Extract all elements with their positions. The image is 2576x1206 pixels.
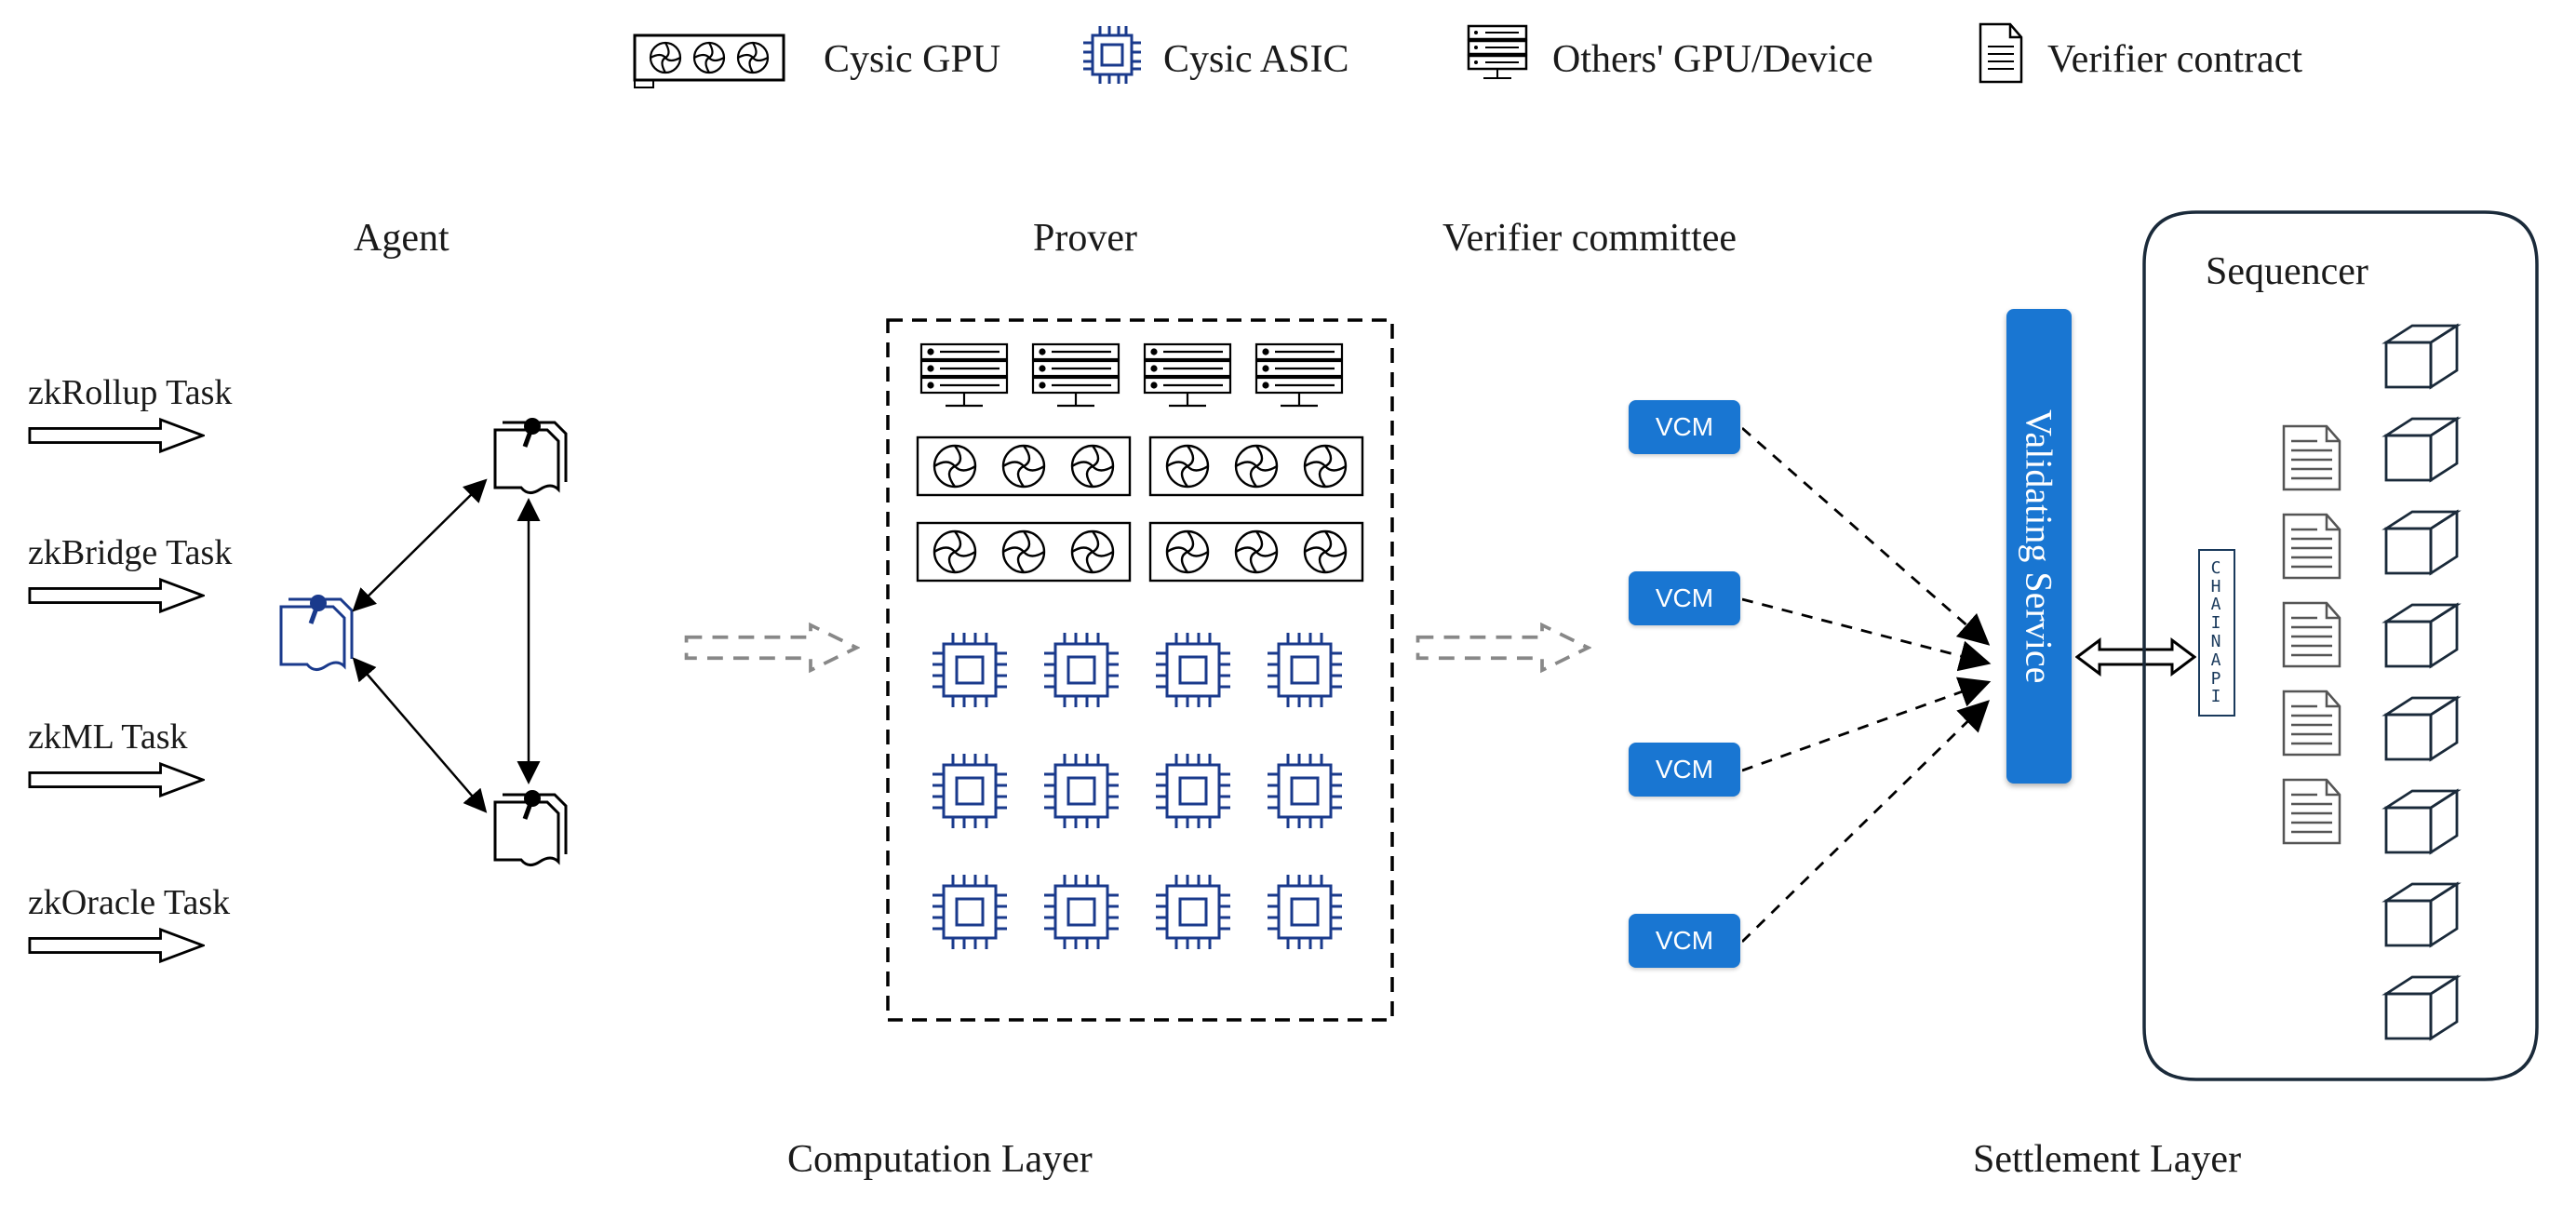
- task-label: zkRollup Task: [28, 372, 232, 413]
- prover-header: Prover: [1033, 216, 1137, 261]
- validating-service: Validating Service: [2006, 309, 2072, 784]
- legend-verifier-label: Verifier contract: [2047, 37, 2302, 82]
- legend-gpu-label: Cysic GPU: [824, 37, 1000, 82]
- task-arrow-icon: [28, 417, 205, 454]
- task-arrow-icon: [28, 927, 205, 964]
- verifier-header: Verifier committee: [1442, 216, 1737, 261]
- sequencer-cubes: [2377, 320, 2489, 1065]
- task-arrow-icon: [28, 761, 205, 798]
- task-label: zkML Task: [28, 717, 187, 757]
- vcm-node: VCM: [1629, 914, 1740, 968]
- task-arrow-icon: [28, 577, 205, 614]
- task-label: zkOracle Task: [28, 882, 230, 923]
- computation-layer-label: Computation Layer: [787, 1137, 1093, 1182]
- asic-icon: [1080, 22, 1145, 87]
- legend-asic-label: Cysic ASIC: [1163, 37, 1349, 82]
- agent-network-icon: [270, 409, 661, 931]
- device-icon: [1461, 22, 1534, 87]
- vcm-node: VCM: [1629, 743, 1740, 797]
- vcm-node: VCM: [1629, 400, 1740, 454]
- dashed-arrow-icon: [1415, 622, 1591, 674]
- sequencer-docs: [2278, 422, 2356, 869]
- dashed-arrow-icon: [683, 622, 860, 674]
- vcm-lines: [1742, 391, 2003, 986]
- vcm-node: VCM: [1629, 571, 1740, 625]
- settlement-layer-label: Settlement Layer: [1973, 1137, 2241, 1182]
- task-label: zkBridge Task: [28, 532, 232, 573]
- legend-others-label: Others' GPU/Device: [1552, 37, 1873, 82]
- prover-box: [884, 316, 1396, 1024]
- gpu-icon: [633, 26, 800, 91]
- document-icon: [1973, 20, 2029, 87]
- agent-header: Agent: [354, 216, 449, 261]
